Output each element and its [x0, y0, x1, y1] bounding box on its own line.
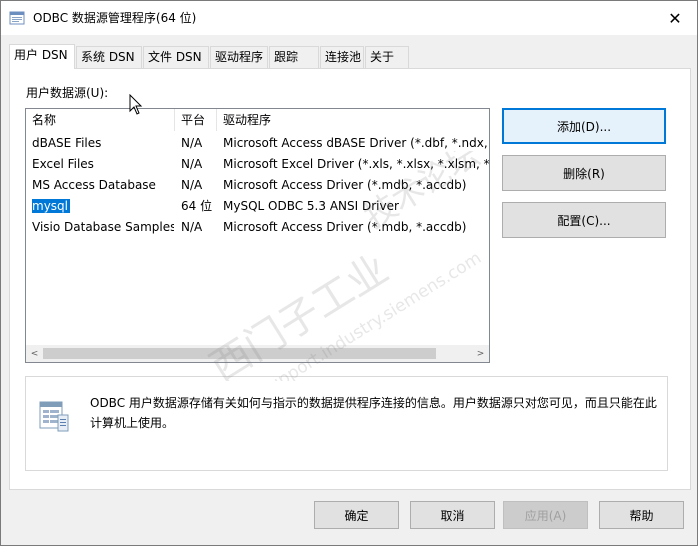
title-bar: ODBC 数据源管理程序(64 位) ✕	[1, 1, 697, 35]
user-data-sources-label: 用户数据源(U):	[26, 86, 109, 100]
configure-button[interactable]: 配置(C)...	[502, 202, 666, 238]
data-source-icon	[39, 401, 69, 432]
dsn-driver: Microsoft Access Driver (*.mdb, *.accdb)	[223, 220, 467, 234]
window-title: ODBC 数据源管理程序(64 位)	[33, 11, 197, 25]
dsn-driver: MySQL ODBC 5.3 ANSI Driver	[223, 199, 399, 213]
close-button[interactable]: ✕	[653, 1, 697, 35]
mouse-cursor-icon	[129, 94, 143, 115]
chevron-left-icon: <	[30, 348, 39, 359]
remove-button[interactable]: 删除(R)	[502, 155, 666, 191]
dsn-name: Visio Database Samples	[32, 220, 174, 234]
info-box: ODBC 用户数据源存储有关如何与指示的数据提供程序连接的信息。用户数据源只对您…	[25, 376, 668, 471]
column-header-platform[interactable]: 平台	[175, 109, 217, 131]
user-dsn-list[interactable]: 名称 平台 驱动程序 dBASE Files N/A Microsoft Acc…	[25, 108, 490, 363]
dsn-name: dBASE Files	[32, 136, 102, 150]
scrollbar-thumb[interactable]	[43, 348, 436, 359]
odbc-app-icon	[9, 11, 25, 25]
apply-button[interactable]: 应用(A)	[503, 501, 588, 529]
list-row-selected[interactable]: mysql 64 位 MySQL ODBC 5.3 ANSI Driver	[26, 196, 489, 217]
odbc-admin-window: ODBC 数据源管理程序(64 位) ✕ 用户 DSN 系统 DSN 文件 DS…	[0, 0, 698, 546]
scroll-left-button[interactable]: <	[26, 345, 43, 362]
close-icon: ✕	[668, 8, 682, 28]
add-button[interactable]: 添加(D)...	[502, 108, 666, 144]
tab-system-dsn[interactable]: 系统 DSN	[76, 46, 142, 68]
scroll-right-button[interactable]: >	[472, 345, 489, 362]
tab-file-dsn[interactable]: 文件 DSN	[143, 46, 209, 68]
list-row[interactable]: Visio Database Samples N/A Microsoft Acc…	[26, 217, 489, 238]
dsn-platform: N/A	[181, 136, 203, 150]
dsn-platform: N/A	[181, 157, 203, 171]
list-row[interactable]: Excel Files N/A Microsoft Excel Driver (…	[26, 154, 489, 175]
tab-drivers[interactable]: 驱动程序	[210, 46, 268, 68]
column-header-driver[interactable]: 驱动程序	[217, 109, 489, 131]
dsn-name: Excel Files	[32, 157, 94, 171]
list-row[interactable]: dBASE Files N/A Microsoft Access dBASE D…	[26, 133, 489, 154]
dsn-driver: Microsoft Access dBASE Driver (*.dbf, *.…	[223, 136, 489, 150]
ok-button[interactable]: 确定	[314, 501, 399, 529]
dsn-driver: Microsoft Excel Driver (*.xls, *.xlsx, *…	[223, 157, 489, 171]
list-header: 名称 平台 驱动程序	[26, 109, 489, 131]
column-header-name[interactable]: 名称	[26, 109, 175, 131]
dsn-platform: N/A	[181, 220, 203, 234]
help-button[interactable]: 帮助	[599, 501, 684, 529]
user-dsn-panel: 用户数据源(U): 名称 平台 驱动程序 dBASE Files N/A Mic…	[9, 68, 691, 490]
dsn-name: MS Access Database	[32, 178, 156, 192]
cancel-button[interactable]: 取消	[410, 501, 495, 529]
dsn-driver: Microsoft Access Driver (*.mdb, *.accdb)	[223, 178, 467, 192]
chevron-right-icon: >	[476, 348, 485, 359]
tab-connection-pooling[interactable]: 连接池	[320, 46, 364, 68]
dsn-platform: 64 位	[181, 199, 213, 213]
dsn-platform: N/A	[181, 178, 203, 192]
tab-about[interactable]: 关于	[365, 46, 409, 68]
selected-dsn-name: mysql	[32, 199, 70, 213]
horizontal-scrollbar[interactable]: < >	[26, 345, 489, 362]
tab-user-dsn[interactable]: 用户 DSN	[9, 44, 75, 69]
dsn-name: mysql	[32, 196, 174, 217]
info-description: ODBC 用户数据源存储有关如何与指示的数据提供程序连接的信息。用户数据源只对您…	[90, 396, 657, 430]
list-row[interactable]: MS Access Database N/A Microsoft Access …	[26, 175, 489, 196]
tab-tracing[interactable]: 跟踪	[269, 46, 319, 68]
